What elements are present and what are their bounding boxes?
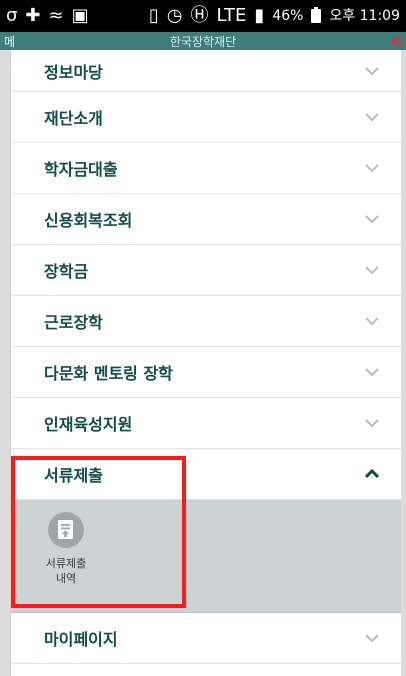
- menu-item-label: 재단소개: [44, 109, 103, 128]
- chevron-up-icon: [365, 469, 379, 479]
- menu-item-label: 서류제출: [44, 466, 103, 485]
- chevron-down-icon: [365, 317, 379, 326]
- clock-time: 오후 11:09: [329, 8, 400, 24]
- chevron-down-icon: [365, 164, 379, 173]
- clock-icon: ◷: [166, 5, 183, 26]
- battery-percent: 46%: [272, 8, 304, 24]
- battery-icon: [311, 7, 322, 23]
- menu-item-foundation[interactable]: 재단소개: [11, 92, 401, 143]
- chevron-down-icon: [365, 419, 379, 428]
- header-title: 한국장학재단: [169, 34, 237, 49]
- menu-item-work-scholarship[interactable]: 근로장학: [11, 296, 401, 347]
- chevron-down-icon: [365, 634, 379, 643]
- menu-item-label: 다문화 멘토링 장학: [44, 364, 173, 383]
- document-upload-icon: [48, 512, 84, 548]
- status-left-icons: σ ✚ ≈ ▣: [6, 7, 89, 25]
- plus-icon: ✚: [25, 5, 41, 26]
- chevron-down-icon: [365, 215, 379, 224]
- chevron-down-icon: [365, 66, 379, 75]
- submenu-tile-label: 서류제출 내역: [45, 557, 87, 585]
- chevron-down-icon: [365, 368, 379, 377]
- menu-item-label: 인재육성지원: [44, 415, 133, 434]
- signal-icon: ▮: [254, 5, 265, 26]
- chevron-down-icon: [365, 266, 379, 275]
- menu-item-info[interactable]: 정보마당: [11, 50, 401, 92]
- status-bar: σ ✚ ≈ ▣ ▯ ◷ Ⓗ LTE ▮ 46% 오후 11:09: [0, 0, 406, 32]
- menu-item-credit-recovery[interactable]: 신용회복조회: [11, 194, 401, 245]
- wifi-like-icon: ≈: [48, 5, 64, 26]
- menu-item-my-page[interactable]: 마이페이지: [11, 613, 401, 664]
- menu-item-scholarship[interactable]: 장학금: [11, 245, 401, 296]
- header-left-text[interactable]: 메: [4, 33, 15, 50]
- menu-item-label: 근로장학: [44, 313, 103, 332]
- menu-item-label: 장학금: [44, 262, 89, 281]
- menu-item-student-loan[interactable]: 학자금대출: [11, 143, 401, 194]
- menu-item-label: 학자금대출: [44, 160, 118, 179]
- app-header: 메 한국장학재단 리: [0, 32, 406, 50]
- menu-item-label: 정보마당: [44, 62, 103, 82]
- image-icon: ▣: [71, 5, 89, 26]
- header-right-text[interactable]: 리: [391, 33, 402, 50]
- notification-icon: ▯: [148, 5, 159, 26]
- menu-item-document-submission[interactable]: 서류제출: [11, 449, 401, 500]
- menu-item-talent-support[interactable]: 인재육성지원: [11, 398, 401, 449]
- menu-item-multicultural-mentoring[interactable]: 다문화 멘토링 장학: [11, 347, 401, 398]
- status-right-icons: ▯ ◷ Ⓗ LTE ▮ 46% 오후 11:09: [149, 7, 400, 25]
- menu-item-label: 마이페이지: [44, 630, 118, 649]
- menu-item-label: 신용회복조회: [44, 211, 133, 230]
- side-menu: 정보마당 재단소개 학자금대출 신용회복조회 장학금 근로장학 다문화 멘토링 …: [10, 50, 401, 676]
- lte-icon: LTE: [216, 5, 247, 26]
- app-notification-icon: σ: [6, 5, 18, 26]
- hd-icon: Ⓗ: [190, 5, 209, 26]
- submenu-tile-submission-history[interactable]: 서류제출 내역: [40, 512, 92, 586]
- chevron-down-icon: [365, 113, 379, 122]
- document-submission-submenu: 서류제출 내역: [11, 500, 401, 613]
